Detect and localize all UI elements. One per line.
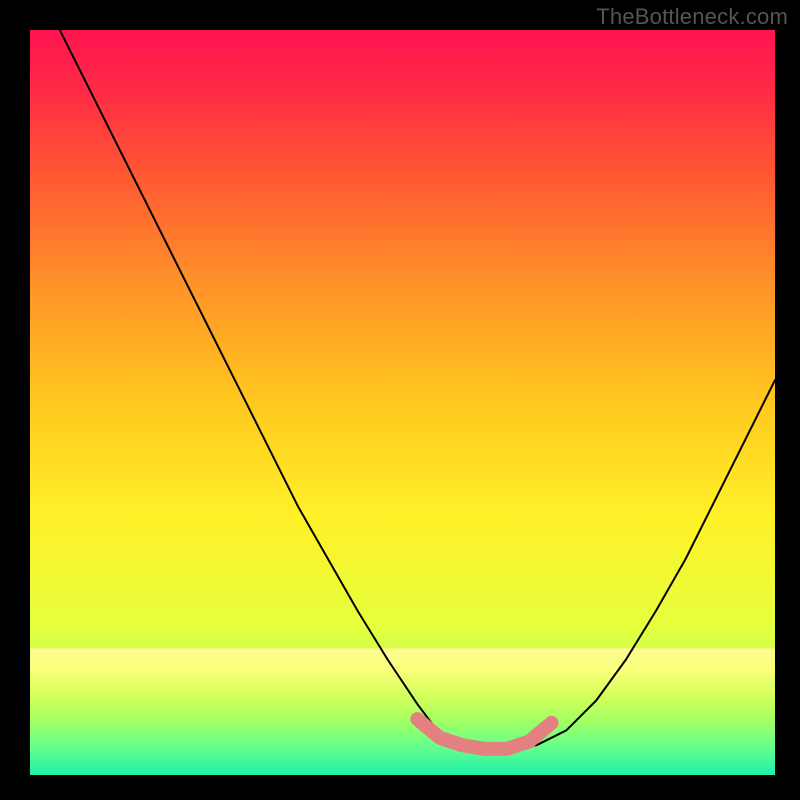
chart-frame: TheBottleneck.com	[0, 0, 800, 800]
watermark-text: TheBottleneck.com	[596, 4, 788, 30]
chart-svg	[30, 30, 775, 775]
bottom-gradient-band	[30, 648, 775, 775]
plot-area	[30, 30, 775, 775]
